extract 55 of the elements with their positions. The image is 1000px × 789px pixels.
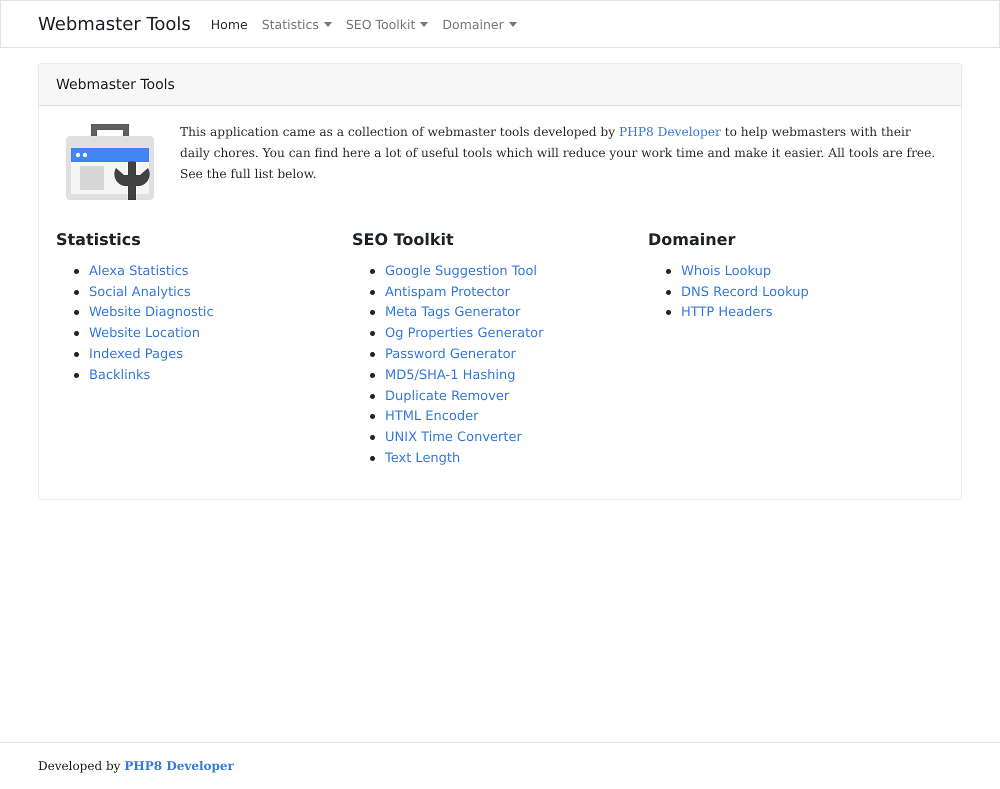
bullet-icon — [370, 352, 375, 358]
bullet-icon — [370, 435, 375, 440]
bullet-icon — [666, 310, 671, 316]
tool-link[interactable]: Website Location — [89, 326, 200, 342]
tool-link[interactable]: Google Suggestion Tool — [385, 264, 538, 279]
nav-link[interactable]: Statistics — [262, 16, 332, 32]
section-heading: Domainer — [648, 230, 736, 249]
bullet-icon — [74, 290, 79, 295]
tool-link[interactable]: HTML Encoder — [385, 409, 478, 424]
tool-link[interactable]: Alexa Statistics — [89, 264, 188, 279]
tool-link[interactable]: UNIX Time Converter — [385, 430, 522, 446]
bullet-icon — [74, 372, 79, 378]
section-heading: SEO Toolkit — [352, 230, 455, 249]
section-heading: Statistics — [56, 230, 142, 249]
tool-link[interactable]: Website Diagnostic — [89, 305, 214, 320]
nav-link[interactable]: SEO Toolkit — [346, 16, 428, 32]
bullet-icon — [74, 310, 79, 316]
tool-link[interactable]: Whois Lookup — [681, 264, 772, 279]
tool-link[interactable]: DNS Record Lookup — [681, 284, 809, 300]
bullet-icon — [666, 290, 671, 295]
intro-paragraph: This application came as a collection of webmaster tools developed by PHP8 Developer to help webmasters with their daily chores. You can find here a lot of useful tools which will reduce your work time and make it easier. All tools are free. See the full list below. — [180, 124, 936, 183]
tool-link[interactable]: HTTP Headers — [681, 305, 773, 320]
caret-icon — [420, 22, 428, 26]
brand-link[interactable]: Webmaster Tools — [38, 14, 191, 34]
nav-link[interactable]: Domainer — [442, 16, 517, 32]
tool-link[interactable]: Social Analytics — [89, 284, 191, 300]
bullet-icon — [666, 268, 671, 274]
bullet-icon — [370, 414, 375, 420]
bullet-icon — [74, 268, 79, 274]
toolbox-icon — [66, 122, 154, 200]
tool-link[interactable]: Antispam Protector — [385, 284, 510, 300]
tool-link[interactable]: Password Generator — [385, 347, 516, 362]
bullet-icon — [74, 352, 79, 358]
bullet-icon — [74, 331, 79, 336]
tool-link[interactable]: Og Properties Generator — [385, 326, 544, 342]
bullet-icon — [370, 372, 375, 378]
bullet-icon — [370, 456, 375, 462]
tool-link[interactable]: Text Length — [385, 451, 460, 466]
developer-link[interactable]: PHP8 Developer — [124, 759, 234, 773]
caret-icon — [508, 22, 517, 26]
bullet-icon — [370, 310, 375, 316]
tool-link[interactable]: Meta Tags Generator — [385, 305, 520, 320]
tool-link[interactable]: Indexed Pages — [89, 347, 184, 362]
nav-link[interactable]: Home — [210, 16, 248, 32]
card-title: Webmaster Tools — [56, 76, 175, 92]
footer-text: Developed by — [38, 759, 120, 773]
bullet-icon — [370, 290, 375, 295]
tool-link[interactable]: MD5/SHA-1 Hashing — [385, 368, 516, 383]
developer-link[interactable]: PHP8 Developer — [619, 125, 721, 139]
tool-link[interactable]: Duplicate Remover — [385, 388, 510, 404]
caret-icon — [324, 22, 332, 26]
bullet-icon — [370, 268, 375, 274]
bullet-icon — [370, 394, 375, 399]
bullet-icon — [370, 331, 375, 336]
tool-link[interactable]: Backlinks — [89, 368, 150, 383]
